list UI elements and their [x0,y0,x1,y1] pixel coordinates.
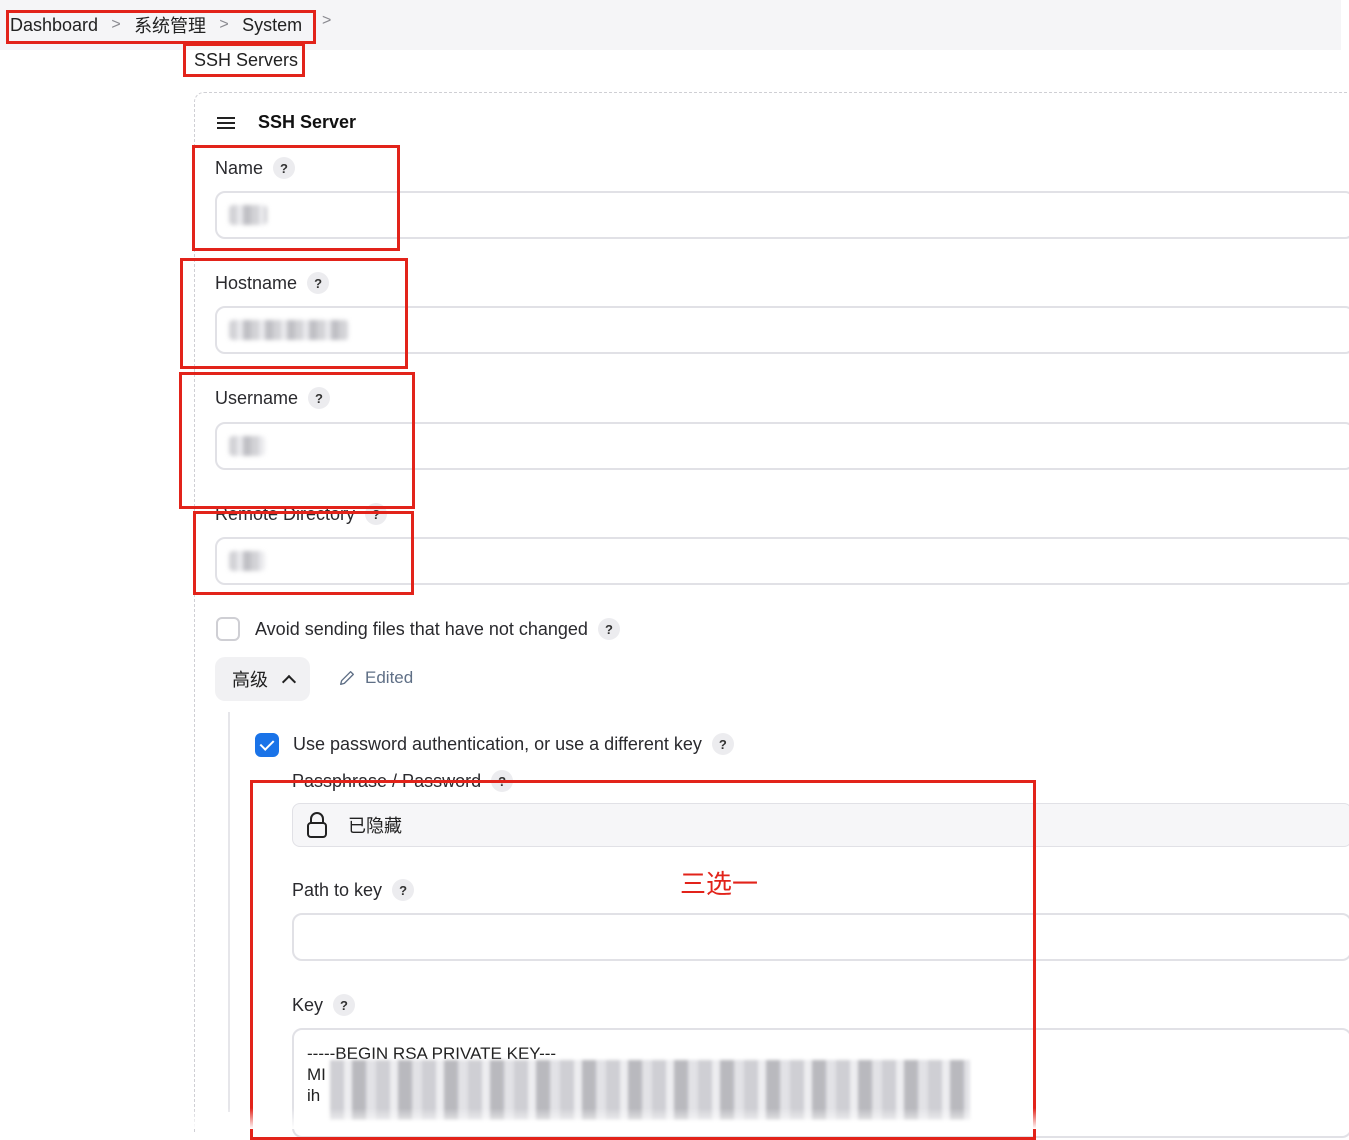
drag-handle-icon[interactable] [217,117,235,129]
help-icon[interactable]: ? [365,503,388,525]
ssh-server-panel [194,92,1349,1132]
hostname-input[interactable] [215,306,1349,354]
use-password-label: Use password authentication, or use a di… [293,733,734,755]
username-input[interactable] [215,422,1349,470]
chevron-right-icon: > [322,12,332,29]
pencil-icon [340,671,354,685]
path-to-key-label: Path to key ? [292,879,415,901]
help-icon[interactable]: ? [597,618,620,640]
remote-directory-label: Remote Directory ? [215,503,388,525]
key-label: Key ? [292,994,356,1016]
help-icon[interactable]: ? [491,770,514,792]
remote-directory-input[interactable] [215,537,1349,585]
section-title: SSH Server [258,112,357,132]
use-password-checkbox[interactable] [255,733,279,757]
help-icon[interactable]: ? [308,387,331,409]
hostname-label: Hostname ? [215,272,330,294]
redacted-value [229,320,349,340]
breadcrumb-dashboard[interactable]: Dashboard [10,15,98,36]
annotation-text: 三选一 [680,869,759,899]
chevron-right-icon: > [219,16,229,33]
bottom-fade [0,1108,1349,1129]
lock-icon [307,812,327,838]
name-input[interactable] [215,191,1349,239]
redacted-value [229,205,267,225]
passphrase-value: 已隐藏 [348,816,402,836]
avoid-sending-checkbox[interactable] [216,617,240,641]
edited-indicator: Edited [338,668,413,688]
key-line: MI [307,1065,326,1084]
help-icon[interactable]: ? [333,994,356,1016]
chevron-right-icon: > [111,16,121,33]
breadcrumb: Dashboard > 系统管理 > System [10,12,302,38]
help-icon[interactable]: ? [711,733,734,755]
key-line: ih [307,1086,321,1105]
help-icon[interactable]: ? [273,157,296,179]
avoid-sending-label: Avoid sending files that have not change… [255,618,620,640]
username-label: Username ? [215,387,331,409]
breadcrumb-ssh-servers[interactable]: SSH Servers [194,50,298,71]
redacted-value [229,551,265,571]
breadcrumb-system-management[interactable]: 系统管理 [134,12,206,38]
passphrase-field[interactable]: 已隐藏 [292,803,1349,847]
breadcrumb-system[interactable]: System [242,15,302,36]
name-label: Name ? [215,157,296,179]
help-icon[interactable]: ? [392,879,415,901]
nested-section-rule [228,712,230,1112]
chevron-up-icon [281,674,297,689]
passphrase-label: Passphrase / Password ? [292,770,514,792]
help-icon[interactable]: ? [307,272,330,294]
advanced-toggle-button[interactable]: 高级 [215,657,310,701]
redacted-value [229,436,265,456]
path-to-key-input[interactable] [292,913,1349,961]
